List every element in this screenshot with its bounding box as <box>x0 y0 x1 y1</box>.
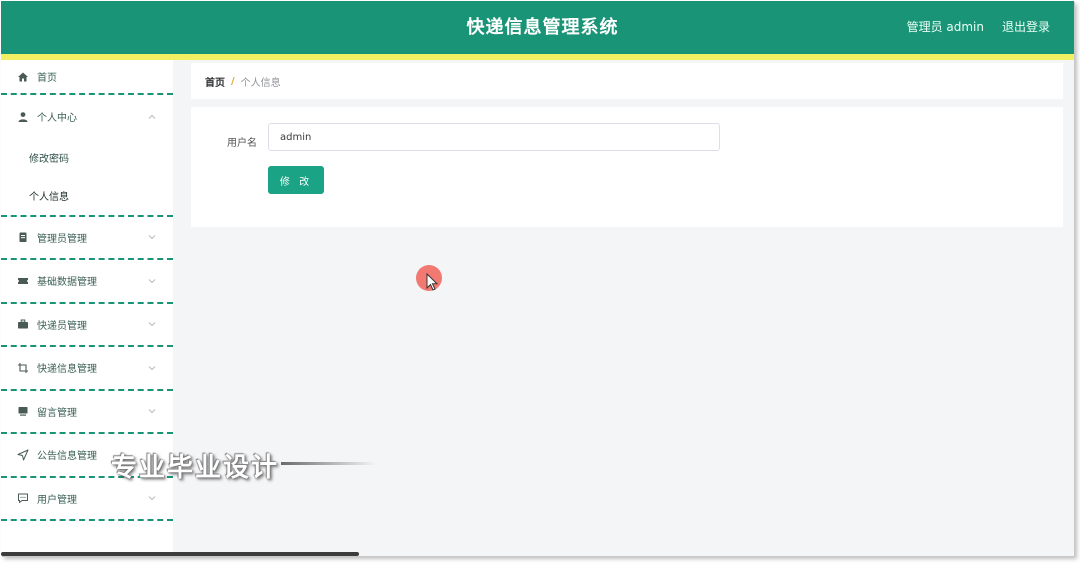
sidebar-item-label: 留言管理 <box>37 407 77 419</box>
briefcase-icon <box>17 318 29 330</box>
sidebar-item-label: 基础数据管理 <box>37 277 97 289</box>
app-window: 快递信息管理系统 管理员 admin 退出登录 首页 个人中心 修改密码 个人信… <box>1 1 1074 556</box>
sidebar-item-label: 首页 <box>37 73 57 84</box>
sidebar-item-base-data-management[interactable]: 基础数据管理 <box>1 260 173 304</box>
update-button[interactable]: 修 改 <box>268 166 324 194</box>
chevron-down-icon <box>148 496 156 501</box>
breadcrumb-current: 个人信息 <box>240 77 281 89</box>
monitor-icon <box>17 405 29 417</box>
sidebar-item-label: 快递信息管理 <box>37 364 97 376</box>
breadcrumb-home-link[interactable]: 首页 <box>205 74 225 89</box>
personal-center-submenu: 修改密码 个人信息 <box>1 139 173 217</box>
sidebar-item-label: 用户管理 <box>37 494 77 506</box>
sidebar-item-courier-management[interactable]: 快递员管理 <box>1 304 173 347</box>
sidebar-item-label: 公告信息管理 <box>37 451 97 463</box>
sidebar-item-label: 个人信息 <box>29 192 69 203</box>
watermark-text: 专业毕业设计 <box>111 453 280 483</box>
chevron-down-icon <box>148 409 156 414</box>
chevron-up-icon <box>148 114 156 119</box>
sidebar-item-personal-center[interactable]: 个人中心 <box>1 95 173 139</box>
ticket-icon <box>17 275 29 287</box>
username-input[interactable] <box>268 123 720 151</box>
sidebar-item-user-management[interactable]: 用户管理 <box>1 478 173 521</box>
navigation-icon <box>17 449 29 461</box>
sidebar-item-home[interactable]: 首页 <box>1 60 173 95</box>
breadcrumb-separator: / <box>231 75 235 87</box>
sidebar-item-label: 快递员管理 <box>37 320 87 332</box>
sidebar-item-label: 修改密码 <box>29 154 69 165</box>
watermark-tail <box>281 462 376 465</box>
chevron-down-icon <box>148 365 156 370</box>
user-icon <box>17 111 29 123</box>
chevron-down-icon <box>148 278 156 283</box>
chevron-down-icon <box>148 235 156 240</box>
sidebar-item-personal-info[interactable]: 个人信息 <box>1 177 173 215</box>
sidebar-item-admin-management[interactable]: 管理员管理 <box>1 217 173 260</box>
main-content: 首页 / 个人信息 用户名 修 改 <box>191 63 1063 227</box>
home-icon <box>17 71 29 83</box>
horizontal-scrollbar[interactable] <box>1 552 359 556</box>
sidebar-item-express-info-management[interactable]: 快递信息管理 <box>1 347 173 391</box>
sidebar-item-change-password[interactable]: 修改密码 <box>1 139 173 177</box>
logout-link[interactable]: 退出登录 <box>1002 1 1050 54</box>
sidebar-item-label: 管理员管理 <box>37 233 87 245</box>
mouse-pointer-icon <box>426 273 439 291</box>
username-label: 用户名 <box>227 138 257 149</box>
current-user-label: 管理员 admin <box>906 20 984 34</box>
clipboard-icon <box>17 231 29 243</box>
personal-info-form: 用户名 修 改 <box>191 107 1063 227</box>
breadcrumb: 首页 / 个人信息 <box>191 63 1063 99</box>
chat-icon <box>17 492 29 504</box>
sidebar-item-message-management[interactable]: 留言管理 <box>1 391 173 434</box>
top-header: 快递信息管理系统 管理员 admin 退出登录 <box>1 1 1074 54</box>
crop-icon <box>17 362 29 374</box>
sidebar-item-label: 个人中心 <box>37 113 77 125</box>
chevron-down-icon <box>148 322 156 327</box>
